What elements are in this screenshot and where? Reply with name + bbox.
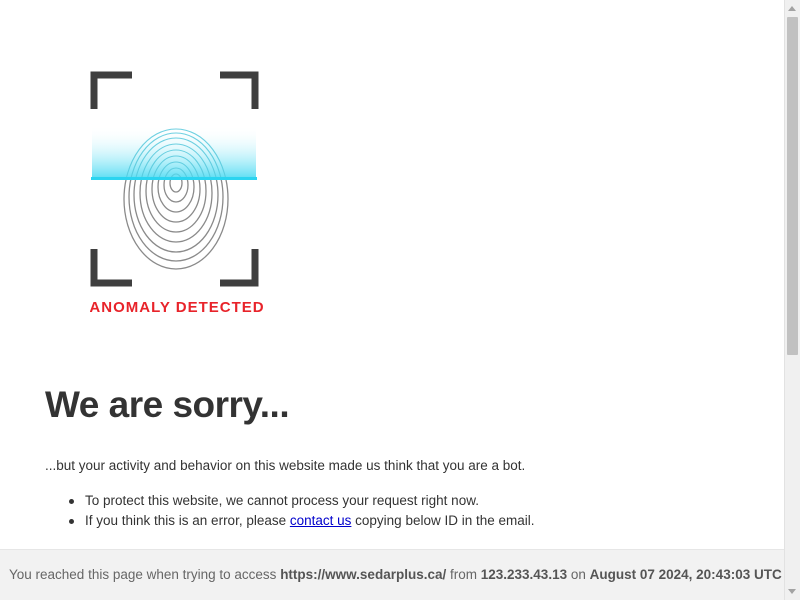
vertical-scrollbar[interactable] bbox=[784, 0, 800, 600]
reason-text-before-link: If you think this is an error, please bbox=[85, 513, 290, 528]
page-title: We are sorry... bbox=[45, 384, 290, 425]
reason-text: To protect this website, we cannot proce… bbox=[85, 493, 479, 508]
list-item: To protect this website, we cannot proce… bbox=[45, 492, 535, 512]
anomaly-detected-caption: ANOMALY DETECTED bbox=[90, 299, 264, 316]
fingerprint-scan-icon: ANOMALY DETECTED bbox=[90, 71, 264, 316]
anomaly-detected-logo: ANOMALY DETECTED bbox=[90, 71, 264, 317]
footer-on-label: on bbox=[567, 567, 590, 582]
footer-ip: 123.233.43.13 bbox=[480, 567, 568, 582]
footer-url: https://www.sedarplus.ca/ bbox=[280, 567, 447, 582]
footer-timestamp: August 07 2024, 20:43:03 UTC bbox=[589, 567, 782, 582]
list-item: If you think this is an error, please co… bbox=[45, 512, 535, 532]
scroll-down-arrow-icon[interactable] bbox=[788, 589, 796, 594]
scroll-up-arrow-icon[interactable] bbox=[788, 6, 796, 11]
reasons-list: To protect this website, we cannot proce… bbox=[45, 492, 535, 532]
intro-text: ...but your activity and behavior on thi… bbox=[45, 458, 526, 473]
page: ANOMALY DETECTED We are sorry... ...but … bbox=[0, 0, 800, 600]
footer-prefix: You reached this page when trying to acc… bbox=[9, 567, 281, 582]
contact-us-link[interactable]: contact us bbox=[290, 513, 352, 528]
footer-from-label: from bbox=[446, 567, 481, 582]
access-info-footer: You reached this page when trying to acc… bbox=[0, 549, 784, 600]
scrollbar-thumb[interactable] bbox=[787, 17, 798, 355]
main-content: ANOMALY DETECTED We are sorry... ...but … bbox=[0, 0, 784, 600]
reason-text-after-link: copying below ID in the email. bbox=[351, 513, 535, 528]
